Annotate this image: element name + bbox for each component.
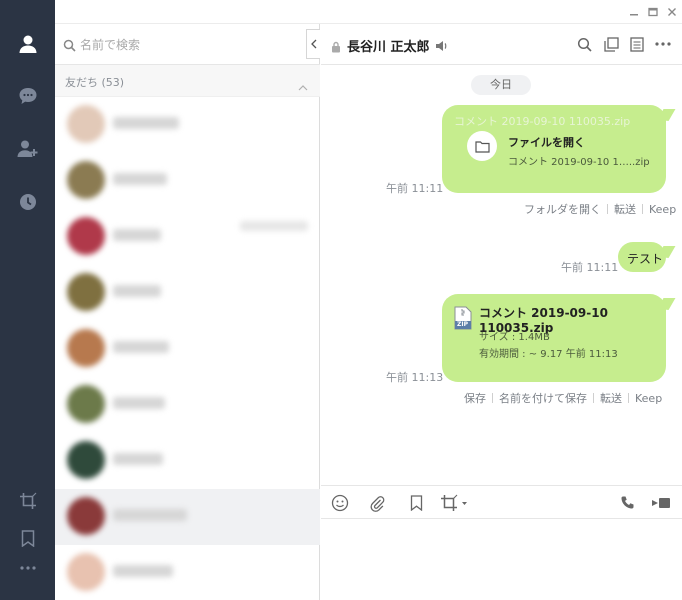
friend-list-item[interactable] [55, 153, 320, 209]
chats-icon[interactable] [17, 85, 39, 107]
friends-icon[interactable] [17, 33, 39, 55]
avatar [67, 441, 105, 479]
friend-list-item[interactable] [55, 377, 320, 433]
friend-list-item[interactable] [55, 433, 320, 489]
open-folder-action[interactable]: フォルダを開く [524, 201, 601, 217]
friend-list-item[interactable] [55, 97, 320, 153]
avatar [67, 553, 105, 591]
friend-name [113, 453, 163, 465]
friend-name [113, 229, 161, 241]
avatar [67, 273, 105, 311]
friend-name [113, 173, 167, 185]
avatar [67, 497, 105, 535]
friend-list-item[interactable] [55, 321, 320, 377]
minimize-icon[interactable] [627, 5, 641, 19]
video-call-icon[interactable] [651, 493, 671, 513]
chat-header: 長谷川 正太郎 [321, 24, 682, 65]
history-clock-icon[interactable] [17, 191, 39, 213]
friend-name [113, 397, 165, 409]
message-time: 午前 11:11 [386, 182, 444, 195]
avatar [67, 105, 105, 143]
open-file-name: コメント 2019-09-10 1…..zip [508, 157, 650, 168]
date-separator: 今日 [471, 75, 531, 95]
message-actions: 保存 名前を付けて保存 転送 Keep [464, 390, 662, 406]
search-input[interactable]: 名前で検索 [80, 36, 140, 53]
keep-bookmark-icon[interactable] [406, 493, 426, 513]
open-file-label[interactable]: ファイルを開く [508, 134, 585, 150]
voice-call-icon[interactable] [618, 493, 638, 513]
zip-file-icon: ZIP [454, 306, 472, 330]
friend-list-panel: 名前で検索 友だち (53) [55, 24, 320, 600]
crop-icon[interactable] [17, 490, 39, 512]
avatar [67, 385, 105, 423]
forward-action[interactable]: 転送 [600, 390, 622, 406]
avatar [67, 217, 105, 255]
file-name-background: コメント 2019-09-10 110035.zip [454, 115, 631, 128]
friend-list-item[interactable] [55, 209, 320, 265]
folder-icon[interactable] [467, 131, 497, 161]
screenshot-crop-icon[interactable] [439, 493, 469, 513]
friend-name [113, 565, 173, 577]
chat-panel: 長谷川 正太郎 今日 コメント 2019-09-10 110035.zip ファ… [321, 24, 682, 600]
search-bar[interactable]: 名前で検索 [55, 24, 320, 65]
message-input-area[interactable] [321, 519, 682, 600]
friend-name [113, 509, 187, 521]
more-options-icon[interactable] [654, 35, 672, 53]
collapse-panel-button[interactable] [306, 29, 320, 59]
more-menu-icon[interactable] [17, 557, 39, 579]
window-titlebar [55, 0, 682, 24]
album-copy-icon[interactable] [602, 35, 620, 53]
message-actions: フォルダを開く 転送 Keep [524, 201, 676, 217]
zip-icon-label: ZIP [457, 321, 468, 328]
file-size: サイズ : 1.4MB [479, 332, 550, 343]
message-time: 午前 11:13 [386, 371, 444, 384]
friend-list-item[interactable] [55, 545, 320, 600]
attach-file-icon[interactable] [367, 493, 387, 513]
friend-status-message [240, 221, 308, 231]
keep-bookmark-icon[interactable] [17, 527, 39, 549]
left-nav-rail [0, 0, 55, 600]
avatar [67, 329, 105, 367]
text-message-bubble[interactable]: テスト [618, 242, 666, 272]
keep-action[interactable]: Keep [635, 392, 662, 405]
avatar [67, 161, 105, 199]
forward-action[interactable]: 転送 [614, 201, 636, 217]
search-icon [63, 37, 76, 56]
message-time: 午前 11:11 [561, 261, 619, 274]
save-action[interactable]: 保存 [464, 390, 486, 406]
chevron-up-icon[interactable] [298, 76, 308, 95]
friends-section-header[interactable]: 友だち (53) [55, 65, 320, 97]
friend-name [113, 341, 169, 353]
notification-sound-icon[interactable] [435, 37, 449, 56]
friends-count-label: 友だち (53) [65, 76, 125, 89]
composer-toolbar [321, 485, 682, 519]
friend-list-item-selected[interactable] [55, 489, 320, 545]
file-message-bubble[interactable]: ZIP コメント 2019-09-10 110035.zip サイズ : 1.4… [442, 294, 666, 382]
maximize-icon[interactable] [646, 5, 660, 19]
message-text: テスト [627, 252, 664, 266]
line-app-window: 名前で検索 友だち (53) 長谷川 正太郎 今日 コメント 2019-09-1… [0, 0, 682, 600]
search-icon[interactable] [575, 35, 593, 53]
chat-contact-name[interactable]: 長谷川 正太郎 [347, 36, 430, 55]
close-icon[interactable] [665, 5, 679, 19]
friend-name [113, 117, 179, 129]
file-expiry: 有効期間 : ~ 9.17 午前 11:13 [479, 349, 618, 360]
save-as-action[interactable]: 名前を付けて保存 [499, 390, 587, 406]
add-friend-icon[interactable] [17, 138, 39, 160]
keep-action[interactable]: Keep [649, 203, 676, 216]
friend-list-item[interactable] [55, 265, 320, 321]
file-open-message-bubble[interactable]: コメント 2019-09-10 110035.zip ファイルを開く コメント … [442, 105, 666, 193]
friend-name [113, 285, 161, 297]
notes-icon[interactable] [628, 35, 646, 53]
emoji-icon[interactable] [330, 493, 350, 513]
lock-icon [331, 38, 341, 57]
